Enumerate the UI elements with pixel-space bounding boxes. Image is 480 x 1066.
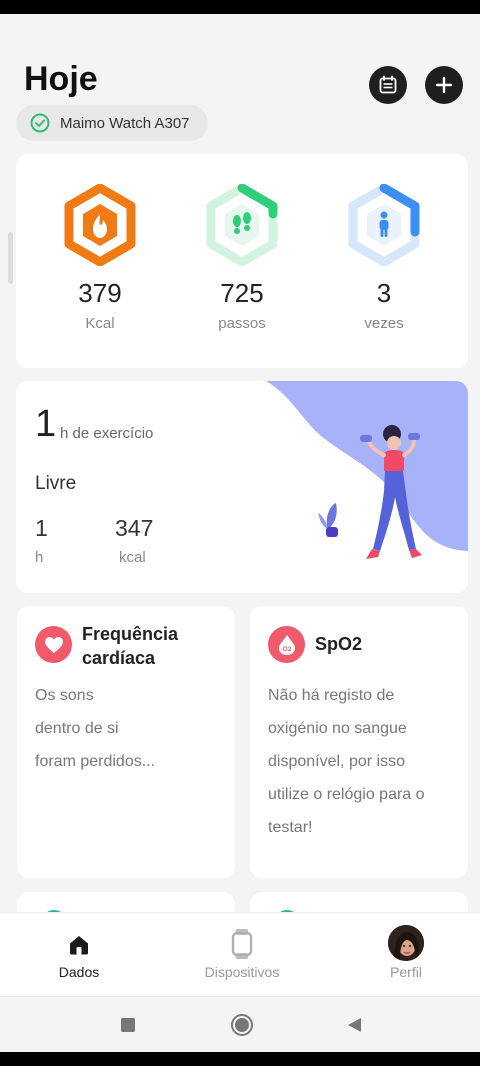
- exercise-hours-value: 1: [35, 403, 57, 445]
- spo2-message: Não há registo de oxigénio no sangue dis…: [268, 679, 425, 844]
- spo2-line: Não há registo de: [268, 687, 395, 704]
- avatar: [388, 925, 424, 961]
- calories-value: 379: [78, 278, 122, 308]
- check-circle-icon: [30, 113, 50, 133]
- heart-rate-line: dentro de si: [35, 720, 119, 737]
- nav-perfil[interactable]: Perfil: [336, 913, 476, 997]
- heart-rate-line: Os sons: [35, 687, 94, 704]
- standing-person-icon: [348, 184, 420, 266]
- footprints-icon: [206, 184, 278, 266]
- activity-stats-card[interactable]: 379 Kcal 725 passos 3 vezes: [16, 154, 468, 368]
- nav-dados[interactable]: Dados: [9, 913, 149, 997]
- stand-unit: vezes: [364, 315, 404, 332]
- add-button[interactable]: [425, 66, 463, 104]
- circle-home-icon: [231, 1014, 253, 1036]
- calendar-button[interactable]: [369, 66, 407, 104]
- square-recents-icon: [121, 1018, 135, 1032]
- calendar-icon: [379, 75, 397, 94]
- plus-icon: [435, 76, 453, 94]
- avatar-image: [388, 925, 424, 961]
- heart-icon-badge: [35, 626, 72, 663]
- triangle-back-icon: [348, 1018, 361, 1032]
- exercise-hours-unit: h de exercício: [60, 425, 154, 442]
- spo2-title: SpO2: [315, 634, 363, 654]
- recents-button[interactable]: [104, 997, 152, 1052]
- o2-text: O2: [282, 646, 291, 653]
- device-name: Maimo Watch A307: [60, 114, 190, 132]
- header: Hoje Maimo Watch A307: [0, 14, 480, 154]
- bottom-nav: Dados Dispositivos Perfil: [0, 912, 480, 996]
- nav-perfil-label: Perfil: [390, 964, 422, 980]
- nav-dados-label: Dados: [58, 964, 100, 980]
- flame-icon: [64, 184, 136, 266]
- app-screen: Hoje Maimo Watch A307 379 Kcal 725 passo…: [0, 14, 480, 1052]
- o2-drop-icon: O2: [278, 634, 295, 655]
- exercise-duration-value: 1: [35, 515, 48, 541]
- heart-rate-card[interactable]: Frequência cardíaca Os sons dentro de si…: [17, 606, 235, 878]
- nav-dispositivos[interactable]: Dispositivos: [172, 913, 312, 997]
- home-icon: [70, 936, 88, 955]
- exercise-calories-value: 347: [115, 515, 154, 541]
- o2-icon-badge: O2: [268, 626, 305, 663]
- exercise-mode: Livre: [35, 473, 77, 494]
- exercise-calories-unit: kcal: [119, 549, 146, 566]
- stat-steps[interactable]: 725 passos: [182, 184, 302, 332]
- spo2-line: testar!: [268, 819, 313, 836]
- stat-calories[interactable]: 379 Kcal: [40, 184, 160, 332]
- heart-rate-title: Frequência cardíaca: [82, 624, 179, 668]
- system-nav-bar: [0, 996, 480, 1052]
- heart-rate-message: Os sons dentro de si foram perdidos...: [35, 679, 155, 778]
- page-title: Hoje: [24, 60, 98, 98]
- heart-icon: [44, 636, 63, 653]
- watch-icon: [231, 929, 253, 959]
- heart-rate-line: foram perdidos...: [35, 753, 156, 770]
- home-system-button[interactable]: [218, 997, 266, 1052]
- spo2-line: utilize o relógio para o: [268, 786, 425, 803]
- exercise-duration-unit: h: [35, 549, 44, 566]
- exercise-card[interactable]: 1 h de exercício Livre 1 h 347 kcal: [16, 381, 468, 593]
- spo2-line: disponível, por isso: [268, 753, 405, 770]
- calories-unit: Kcal: [85, 315, 115, 332]
- back-button[interactable]: [330, 997, 378, 1052]
- stand-value: 3: [376, 278, 392, 308]
- spo2-card[interactable]: O2 SpO2 Não há registo de oxigénio no sa…: [250, 606, 468, 878]
- edge-handle[interactable]: [8, 232, 13, 284]
- steps-value: 725: [220, 278, 264, 308]
- spo2-line: oxigénio no sangue: [268, 720, 407, 737]
- nav-dispositivos-label: Dispositivos: [204, 964, 280, 980]
- stat-stand[interactable]: 3 vezes: [324, 184, 444, 332]
- device-chip[interactable]: Maimo Watch A307: [16, 105, 208, 141]
- workout-illustration: [266, 381, 468, 559]
- steps-unit: passos: [218, 315, 266, 332]
